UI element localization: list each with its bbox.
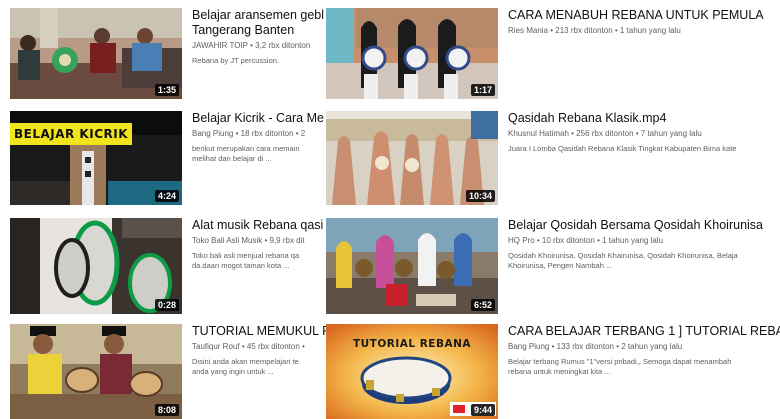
thumbnail-caption: BELAJAR KICRIK — [13, 127, 129, 141]
video-duration: 0:28 — [154, 299, 179, 311]
video-title[interactable]: TUTORIAL MEMUKUL R — [192, 324, 326, 339]
video-description: Qosidah Khoirunisa, Qosidah Khairunisa, … — [508, 251, 738, 270]
video-title[interactable]: Belajar aransemen gebl Tangerang Banten — [192, 8, 326, 38]
video-info: Belajar Kicrik - Cara Me Bang Piung • 18… — [192, 111, 326, 164]
video-meta: HQ Pro • 10 rbx ditonton • 1 tahun yang … — [508, 236, 664, 245]
video-thumbnail[interactable]: TUTORIAL REBANA 9:44 — [326, 324, 498, 419]
video-duration: 4:24 — [154, 190, 179, 202]
video-meta: Ries Mania • 213 rbx ditonton • 1 tahun … — [508, 26, 681, 35]
video-thumbnail[interactable]: 6:52 — [326, 218, 498, 314]
video-thumbnail[interactable]: 10:34 — [326, 111, 498, 205]
channel-name[interactable]: Bang Piung — [192, 129, 233, 138]
video-info: TUTORIAL MEMUKUL R Taufiqur Rouf • 45 rb… — [192, 324, 326, 377]
video-thumbnail[interactable]: 8:08 — [10, 324, 182, 419]
channel-name[interactable]: Taufiqur Rouf — [192, 342, 240, 351]
video-title[interactable]: CARA BELAJAR TERBANG 1 ] TUTORIAL REBANA — [508, 324, 780, 339]
video-card[interactable]: 8:08 TUTORIAL MEMUKUL R Taufiqur Rouf • … — [10, 324, 326, 419]
video-meta: Bang Piung • 18 rbx ditonton • 2 — [192, 129, 306, 138]
channel-name[interactable]: HQ Pro — [508, 236, 535, 245]
video-card[interactable]: 10:34 Qasidah Rebana Klasik.mp4 Khusnul … — [326, 111, 780, 205]
video-meta: JAWAHIR TOIP • 3,2 rbx ditonton — [192, 41, 311, 50]
video-info: CARA BELAJAR TERBANG 1 ] TUTORIAL REBANA… — [508, 324, 780, 377]
video-title[interactable]: Alat musik Rebana qasi — [192, 218, 326, 233]
video-card[interactable]: 1:35 Belajar aransemen gebl Tangerang Ban… — [10, 8, 326, 99]
video-meta: Khusnul Hatimah • 256 rbx ditonton • 7 t… — [508, 129, 702, 138]
video-title[interactable]: Belajar Qosidah Bersama Qosidah Khoiruni… — [508, 218, 780, 233]
video-thumbnail[interactable]: 1:35 — [10, 8, 182, 99]
video-card[interactable]: BELAJAR KICRIK 4:24 Belajar Kicrik - Car… — [10, 111, 326, 205]
video-info: Belajar aransemen gebl Tangerang Banten J… — [192, 8, 326, 66]
video-duration: 9:44 — [470, 404, 495, 416]
video-title[interactable]: Qasidah Rebana Klasik.mp4 — [508, 111, 780, 126]
video-duration: 8:08 — [154, 404, 179, 416]
video-title[interactable]: Belajar Kicrik - Cara Me — [192, 111, 326, 126]
video-duration: 10:34 — [465, 190, 495, 202]
video-thumbnail[interactable]: 0:28 — [10, 218, 182, 314]
video-title[interactable]: CARA MENABUH REBANA UNTUK PEMULA — [508, 8, 780, 23]
video-info: Belajar Qosidah Bersama Qosidah Khoiruni… — [508, 218, 780, 271]
video-description: Disini anda akan mempelajari te anda yang… — [192, 357, 299, 376]
video-thumbnail[interactable]: 1:17 — [326, 8, 498, 99]
video-description: Toko bali asli menjual rebana qa da.daan … — [192, 251, 300, 270]
thumbnail-caption: TUTORIAL REBANA — [352, 338, 472, 350]
channel-name[interactable]: Bang Piung — [508, 342, 549, 351]
channel-name[interactable]: Toko Bali Asli Musik — [192, 236, 262, 245]
video-meta: Toko Bali Asli Musik • 9,9 rbx dit — [192, 236, 305, 245]
video-thumbnail[interactable]: BELAJAR KICRIK 4:24 — [10, 111, 182, 205]
video-info: Alat musik Rebana qasi Toko Bali Asli Mu… — [192, 218, 326, 271]
video-card[interactable]: 0:28 Alat musik Rebana qasi Toko Bali As… — [10, 218, 326, 314]
channel-name[interactable]: JAWAHIR TOIP — [192, 41, 248, 50]
video-description: Juara I Lomba Qasidah Rebana Klasik Ting… — [508, 144, 737, 153]
channel-name[interactable]: Ries Mania — [508, 26, 548, 35]
video-description: Belajar terbang Rumus "1"versi pribadi,,… — [508, 357, 732, 376]
video-duration: 6:52 — [470, 299, 495, 311]
video-duration: 1:17 — [470, 84, 495, 96]
video-card[interactable]: 6:52 Belajar Qosidah Bersama Qosidah Kho… — [326, 218, 780, 314]
video-card[interactable]: TUTORIAL REBANA 9:44 CARA BELAJAR TERBAN… — [326, 324, 780, 419]
video-duration: 1:35 — [154, 84, 179, 96]
video-meta: Taufiqur Rouf • 45 rbx ditonton • — [192, 342, 305, 351]
video-info: CARA MENABUH REBANA UNTUK PEMULA Ries Ma… — [508, 8, 780, 36]
video-description: berikut merupakan cara memain melihat dan… — [192, 144, 300, 163]
channel-name[interactable]: Khusnul Hatimah — [508, 129, 569, 138]
video-info: Qasidah Rebana Klasik.mp4 Khusnul Hatima… — [508, 111, 780, 154]
video-card[interactable]: 1:17 CARA MENABUH REBANA UNTUK PEMULA Ri… — [326, 8, 780, 99]
video-meta: Bang Piung • 133 rbx ditonton • 2 tahun … — [508, 342, 683, 351]
video-description: Rebana by JT percussion. — [192, 56, 279, 65]
